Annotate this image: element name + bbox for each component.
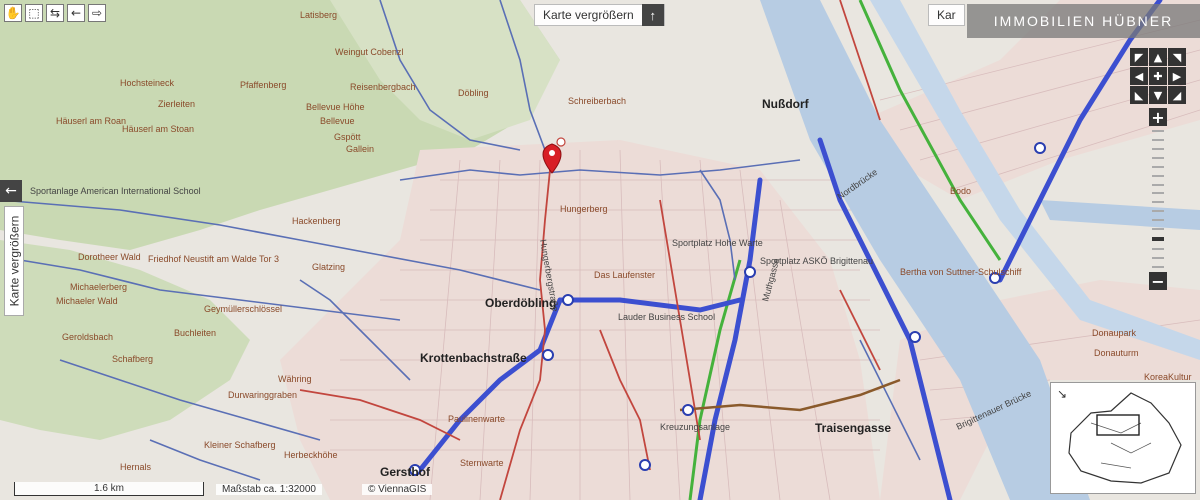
label-kleiner-schafberg: Kleiner Schafberg (204, 440, 276, 450)
label-bellevue: Bellevue (320, 116, 355, 126)
pan-control: ◤ ▲ ◥ ◀ ✚ ▶ ◣ ▼ ◢ (1130, 48, 1186, 104)
brand-logo: IMMOBILIEN HÜBNER (967, 4, 1200, 38)
label-sternwarte: Sternwarte (460, 458, 504, 468)
zoom-slider-thumb[interactable] (1152, 237, 1164, 242)
label-gspoett: Gspött (334, 132, 361, 142)
label-durwaring: Durwaringgraben (228, 390, 297, 400)
overview-toggle-icon[interactable]: ↘ (1057, 387, 1067, 401)
hand-icon[interactable]: ✋ (4, 4, 22, 22)
label-krottenbach: Krottenbachstraße (420, 351, 527, 365)
label-kreuzungsanlage: Kreuzungsanlage (660, 422, 730, 432)
label-glatzing: Glatzing (312, 262, 345, 272)
label-schreiberbach: Schreiberbach (568, 96, 626, 106)
collapse-left-button[interactable]: ← (0, 180, 22, 202)
enlarge-map-label-2: Kar (937, 8, 956, 22)
label-bertha: Bertha von Suttner-Schulschiff (900, 267, 1022, 277)
arrow-left-icon: ← (5, 183, 17, 199)
map-canvas[interactable]: Nußdorf Oberdöbling Krottenbachstraße Tr… (0, 0, 1200, 500)
close-pin-icon[interactable] (556, 137, 566, 147)
forward-arrow-icon[interactable]: ⇨ (88, 4, 106, 22)
station-marker (909, 331, 921, 343)
pan-sw-icon[interactable]: ◣ (1130, 86, 1148, 104)
label-haeuserl-roan: Häuserl am Roan (56, 116, 126, 126)
scale-bar-label: 1.6 km (93, 483, 124, 494)
label-sportplatz-hohe-warte: Sportplatz Hohe Warte (672, 238, 763, 248)
label-haeuserl-stoan: Häuserl am Stoan (122, 124, 194, 134)
scale-bar: 1.6 km (14, 482, 204, 496)
layers-icon[interactable]: ⇆ (46, 4, 64, 22)
copyright-link[interactable]: © ViennaGIS (361, 483, 433, 495)
pin-dot (549, 150, 555, 156)
label-donauturm: Donauturm (1094, 348, 1139, 358)
pan-north-icon[interactable]: ▲ (1149, 48, 1167, 66)
station-marker (682, 404, 694, 416)
zoom-in-button[interactable]: + (1149, 108, 1167, 127)
label-hernals: Hernals (120, 462, 152, 472)
label-donaupark: Donaupark (1092, 328, 1137, 338)
map-toolbar: ✋ ⬚ ⇆ ← ⇨ (4, 4, 106, 22)
enlarge-map-label: Karte vergrößern (543, 8, 634, 22)
pan-center-icon[interactable]: ✚ (1149, 67, 1167, 85)
label-waehring: Währing (278, 374, 312, 384)
pan-west-icon[interactable]: ◀ (1130, 67, 1148, 85)
pan-nw-icon[interactable]: ◤ (1130, 48, 1148, 66)
label-oberdoebling: Oberdöbling (485, 296, 556, 310)
label-dorotheer: Dorotheer Wald (78, 252, 141, 262)
label-traisengasse: Traisengasse (815, 421, 891, 435)
enlarge-map-button[interactable]: Karte vergrößern ↑ (534, 4, 665, 26)
pan-ne-icon[interactable]: ◥ (1168, 48, 1186, 66)
back-arrow-icon[interactable]: ← (67, 4, 85, 22)
label-bodo: Bodo (950, 186, 971, 196)
label-hungerberg: Hungerberg (560, 204, 608, 214)
zoom-box-icon[interactable]: ⬚ (25, 4, 43, 22)
label-geymueller: Geymüllerschlössel (204, 304, 282, 314)
label-paulinenwarte: Paulinenwarte (448, 414, 505, 424)
label-friedhof: Friedhof Neustift am Walde Tor 3 (148, 254, 279, 264)
station-marker (562, 294, 574, 306)
station-marker (744, 266, 756, 278)
scale-text: Maßstab ca. 1:32000 (216, 483, 322, 495)
label-bellevue-hoehe: Bellevue Höhe (306, 102, 365, 112)
station-marker (1034, 142, 1046, 154)
label-buchleiten: Buchleiten (174, 328, 216, 338)
label-doebling: Döbling (458, 88, 489, 98)
label-geroldsbach: Geroldsbach (62, 332, 113, 342)
label-sportanlage: Sportanlage American International Schoo… (30, 186, 201, 196)
label-pfaffenberg: Pfaffenberg (240, 80, 286, 90)
map-footer: 1.6 km Maßstab ca. 1:32000 © ViennaGIS (0, 478, 1050, 500)
label-schafberg: Schafberg (112, 354, 153, 364)
pan-se-icon[interactable]: ◢ (1168, 86, 1186, 104)
label-gallein: Gallein (346, 144, 374, 154)
label-gersthof: Gersthof (380, 465, 431, 479)
enlarge-map-button-2[interactable]: Kar (928, 4, 965, 26)
station-marker (542, 349, 554, 361)
label-reisenbergbach: Reisenbergbach (350, 82, 416, 92)
label-michaelerberg: Michaelerberg (70, 282, 127, 292)
label-latisberg: Latisberg (300, 10, 337, 20)
arrow-up-icon[interactable]: ↑ (641, 4, 664, 26)
label-hoechsteineck: Hochsteineck (120, 78, 175, 88)
label-weinbau: Weingut Cobenzl (335, 47, 403, 57)
label-michaeler-wald: Michaeler Wald (56, 296, 118, 306)
label-hackenberg: Hackenberg (292, 216, 341, 226)
zoom-slider[interactable] (1152, 130, 1164, 268)
label-zierleiten: Zierleiten (158, 99, 195, 109)
label-nussdorf: Nußdorf (762, 97, 810, 111)
pan-east-icon[interactable]: ▶ (1168, 67, 1186, 85)
label-lauder: Lauder Business School (618, 312, 715, 322)
label-koreakultur: KoreaKultur (1144, 372, 1192, 382)
pan-south-icon[interactable]: ▼ (1149, 86, 1167, 104)
label-das-laufenster: Das Laufenster (594, 270, 655, 280)
overview-outline (1068, 392, 1182, 484)
overview-map[interactable]: ↘ (1050, 382, 1196, 494)
label-herbeckhohe: Herbeckhöhe (284, 450, 338, 460)
side-enlarge-tab[interactable]: Karte vergrößern (4, 206, 24, 316)
side-enlarge-label: Karte vergrößern (7, 215, 22, 307)
station-marker (639, 459, 651, 471)
zoom-out-button[interactable]: − (1149, 272, 1167, 291)
